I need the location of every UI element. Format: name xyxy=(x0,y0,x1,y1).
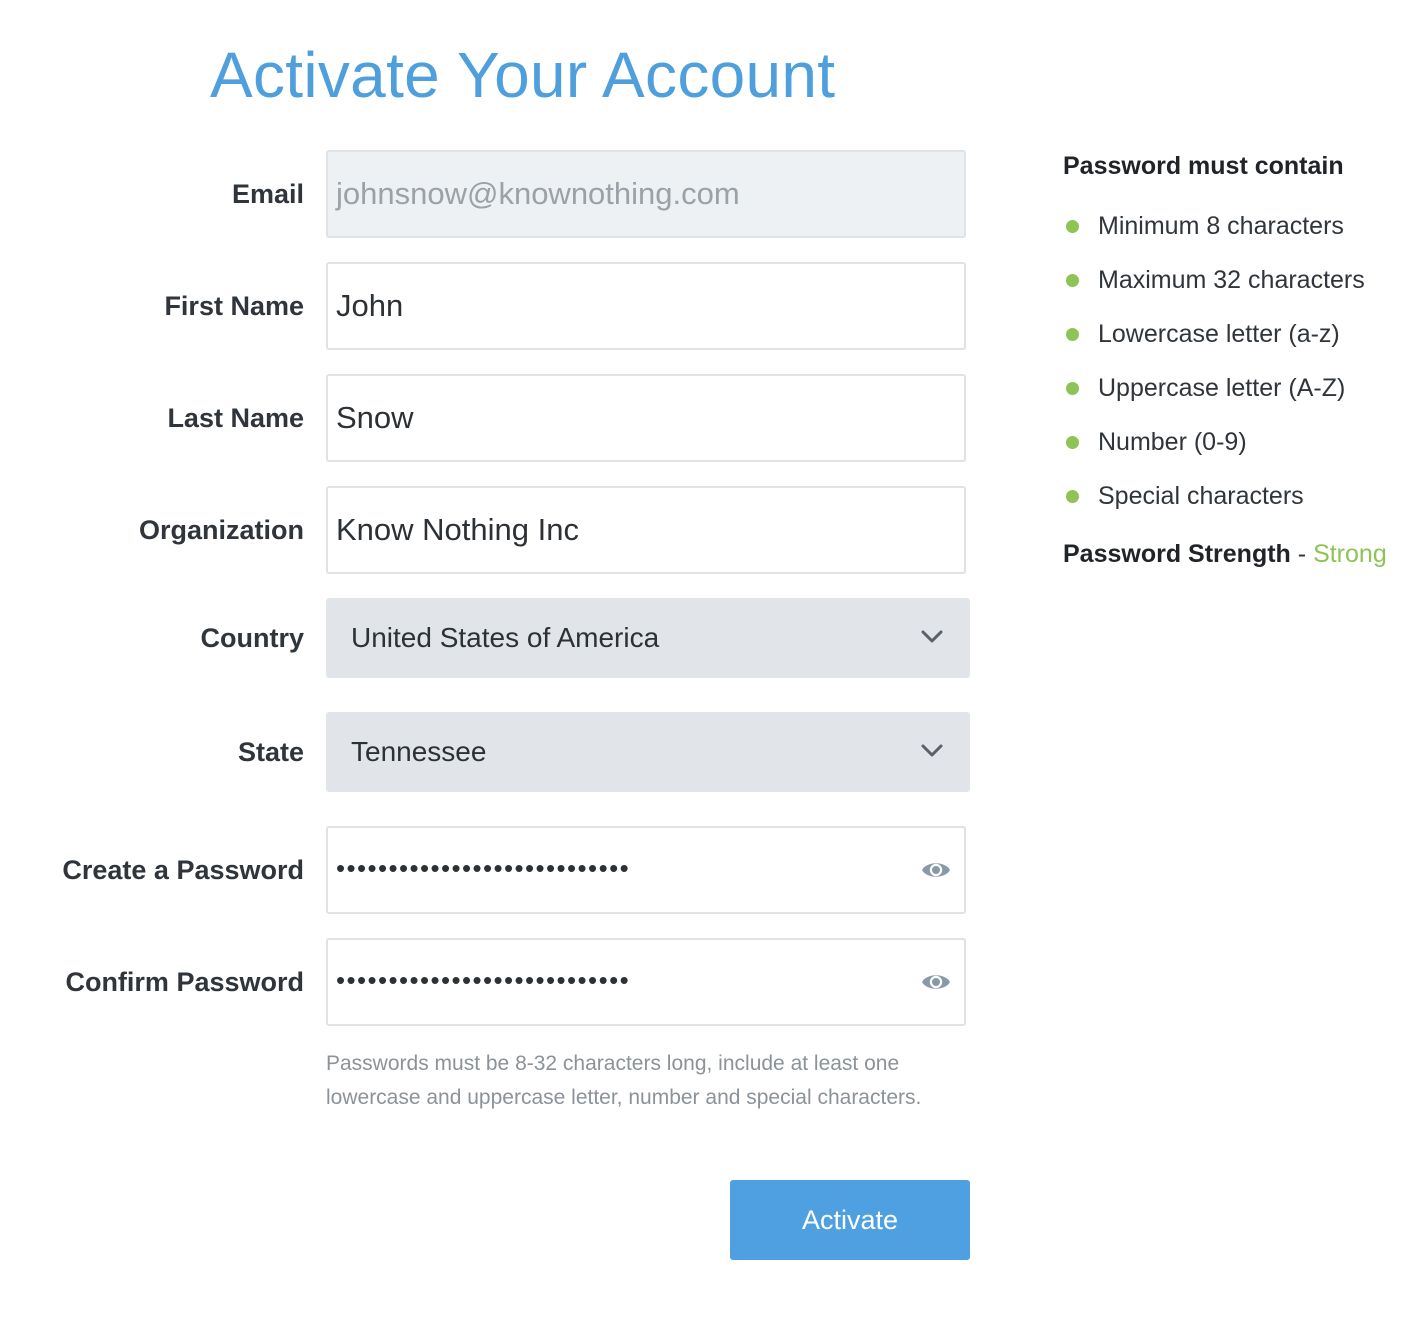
country-row: Country United States of America xyxy=(0,598,980,678)
confirm-password-input[interactable]: •••••••••••••••••••••••••••• xyxy=(326,938,966,1026)
state-select-value: Tennessee xyxy=(351,736,487,767)
requirements-title: Password must contain xyxy=(1063,152,1344,180)
first-name-label: First Name xyxy=(164,290,304,321)
strength-label: Password Strength xyxy=(1063,540,1291,568)
organization-row: Organization Know Nothing Inc xyxy=(0,486,980,574)
confirm-password-label: Confirm Password xyxy=(65,966,304,997)
requirement-item: Minimum 8 characters xyxy=(1063,199,1418,253)
last-name-label: Last Name xyxy=(167,402,304,433)
requirement-label: Maximum 32 characters xyxy=(1098,265,1365,294)
password-masked-value: •••••••••••••••••••••••••••• xyxy=(336,853,631,883)
email-label: Email xyxy=(231,178,304,209)
country-select[interactable]: United States of America xyxy=(326,598,970,678)
password-input[interactable]: •••••••••••••••••••••••••••• xyxy=(326,826,966,914)
state-label: State xyxy=(237,736,304,767)
eye-icon[interactable] xyxy=(920,970,952,994)
requirement-item: Number (0-9) xyxy=(1063,415,1418,469)
password-requirements-panel: Password must contain Minimum 8 characte… xyxy=(1063,152,1418,569)
country-select-value: United States of America xyxy=(351,622,660,653)
requirement-label: Number (0-9) xyxy=(1098,427,1247,456)
page-title: Activate Your Account xyxy=(210,39,836,111)
state-select[interactable]: Tennessee xyxy=(326,712,970,792)
last-name-row: Last Name Snow xyxy=(0,374,980,462)
check-bullet-icon xyxy=(1066,381,1079,395)
state-row: State Tennessee xyxy=(0,712,980,792)
check-bullet-icon xyxy=(1066,489,1079,503)
requirement-label: Lowercase letter (a-z) xyxy=(1098,319,1340,348)
email-row: Email johnsnow@knownothing.com xyxy=(0,150,980,238)
requirements-list: Minimum 8 characters Maximum 32 characte… xyxy=(1063,199,1418,523)
first-name-row: First Name John xyxy=(0,262,980,350)
requirement-item: Lowercase letter (a-z) xyxy=(1063,307,1418,361)
requirement-item: Maximum 32 characters xyxy=(1063,253,1418,307)
check-bullet-icon xyxy=(1066,435,1079,449)
organization-label: Organization xyxy=(138,514,304,545)
requirement-label: Minimum 8 characters xyxy=(1098,211,1344,240)
check-bullet-icon xyxy=(1066,327,1079,341)
password-hint: Passwords must be 8-32 characters long, … xyxy=(326,1052,922,1109)
strength-separator: - xyxy=(1297,540,1307,568)
chevron-down-icon xyxy=(921,744,943,757)
country-label: Country xyxy=(200,622,305,653)
requirement-label: Uppercase letter (A-Z) xyxy=(1098,373,1346,402)
eye-icon[interactable] xyxy=(920,858,952,882)
last-name-input[interactable]: Snow xyxy=(326,374,966,462)
confirm-password-masked-value: •••••••••••••••••••••••••••• xyxy=(336,965,631,995)
strength-value: Strong xyxy=(1313,540,1387,568)
requirement-item: Uppercase letter (A-Z) xyxy=(1063,361,1418,415)
chevron-down-icon xyxy=(921,630,943,643)
password-label: Create a Password xyxy=(62,854,304,885)
password-strength: Password Strength - Strong xyxy=(1063,540,1418,569)
activation-page: Activate Your Account Email johnsnow@kno… xyxy=(0,0,1424,1320)
confirm-password-row: Confirm Password •••••••••••••••••••••••… xyxy=(0,938,980,1026)
email-field: johnsnow@knownothing.com xyxy=(326,150,966,238)
organization-input[interactable]: Know Nothing Inc xyxy=(326,486,966,574)
first-name-input[interactable]: John xyxy=(326,262,966,350)
activate-button[interactable]: Activate xyxy=(730,1180,970,1260)
requirement-label: Special characters xyxy=(1098,481,1304,510)
requirement-item: Special characters xyxy=(1063,469,1418,523)
password-row: Create a Password ••••••••••••••••••••••… xyxy=(0,826,980,914)
check-bullet-icon xyxy=(1066,219,1079,233)
check-bullet-icon xyxy=(1066,273,1079,287)
